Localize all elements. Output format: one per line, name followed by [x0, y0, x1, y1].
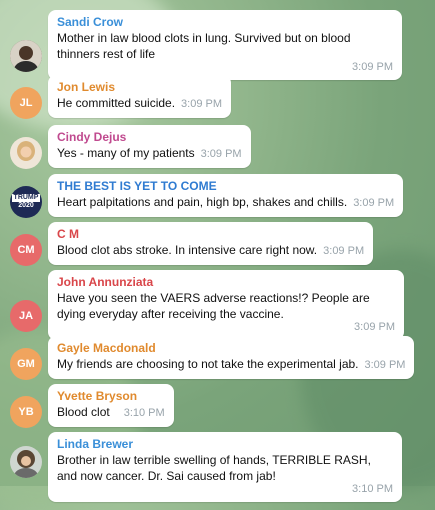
message-bubble[interactable]: Cindy Dejus Yes - many of my patients 3:0…	[48, 125, 251, 168]
author-name[interactable]: Sandi Crow	[57, 15, 393, 30]
timestamp: 3:09 PM	[354, 321, 395, 333]
trump-badge-line1: TRUMP	[11, 194, 41, 202]
avatar[interactable]: JA	[10, 300, 42, 332]
author-name[interactable]: THE BEST IS YET TO COME	[57, 179, 394, 194]
message-text: Brother in law terrible swelling of hand…	[57, 453, 371, 483]
avatar[interactable]: TRUMP 2020	[10, 186, 42, 218]
message-bubble[interactable]: Jon Lewis He committed suicide. 3:09 PM	[48, 75, 232, 118]
message-text: Blood clot	[57, 405, 110, 419]
avatar[interactable]: JL	[10, 87, 42, 119]
message-text: Have you seen the VAERS adverse reaction…	[57, 291, 370, 321]
author-name[interactable]: Jon Lewis	[57, 80, 222, 95]
chat-window: { "messages": [ {"author":"Sandi Crow","…	[0, 0, 435, 510]
timestamp: 3:09 PM	[200, 148, 242, 160]
message-text: My friends are choosing to not take the …	[57, 357, 359, 371]
message-bubble[interactable]: John Annunziata Have you seen the VAERS …	[48, 270, 404, 340]
trump-badge-line2: 2020	[18, 202, 34, 209]
avatar[interactable]	[10, 137, 42, 169]
timestamp: 3:09 PM	[364, 359, 406, 371]
avatar[interactable]: YB	[10, 396, 42, 428]
avatar-initials: JL	[19, 97, 33, 109]
author-name[interactable]: John Annunziata	[57, 275, 395, 290]
avatar-initials: YB	[18, 406, 34, 418]
avatar[interactable]: GM	[10, 348, 42, 380]
author-name[interactable]: Gayle Macdonald	[57, 341, 405, 356]
timestamp: 3:09 PM	[353, 197, 395, 209]
message-bubble[interactable]: Sandi Crow Mother in law blood clots in …	[48, 10, 402, 80]
avatar[interactable]	[10, 446, 42, 478]
timestamp: 3:09 PM	[352, 61, 393, 73]
author-name[interactable]: Yvette Bryson	[57, 389, 165, 404]
timestamp: 3:10 PM	[123, 407, 165, 419]
message-bubble[interactable]: Yvette Bryson Blood clot 3:10 PM	[48, 384, 174, 427]
message-bubble[interactable]: THE BEST IS YET TO COME Heart palpitatio…	[48, 174, 404, 217]
avatar-initials: GM	[17, 358, 35, 370]
avatar-initials: CM	[17, 244, 35, 256]
author-name[interactable]: Cindy Dejus	[57, 130, 242, 145]
message-bubble[interactable]: C M Blood clot abs stroke. In intensive …	[48, 222, 374, 265]
author-name[interactable]: C M	[57, 227, 364, 242]
timestamp: 3:10 PM	[352, 483, 393, 495]
message-bubble[interactable]: Linda Brewer Brother in law terrible swe…	[48, 432, 402, 502]
author-name[interactable]: Linda Brewer	[57, 437, 393, 452]
avatar-initials: JA	[18, 310, 34, 322]
message-text: Mother in law blood clots in lung. Survi…	[57, 31, 351, 61]
avatar[interactable]: CM	[10, 234, 42, 266]
message-bubble[interactable]: Gayle Macdonald My friends are choosing …	[48, 336, 415, 379]
message-text: Yes - many of my patients	[57, 146, 195, 160]
message-text: He committed suicide.	[57, 96, 176, 110]
message-text: Heart palpitations and pain, high bp, sh…	[57, 195, 348, 209]
message-text: Blood clot abs stroke. In intensive care…	[57, 243, 318, 257]
timestamp: 3:09 PM	[323, 245, 365, 257]
timestamp: 3:09 PM	[181, 98, 223, 110]
avatar[interactable]	[10, 40, 42, 72]
